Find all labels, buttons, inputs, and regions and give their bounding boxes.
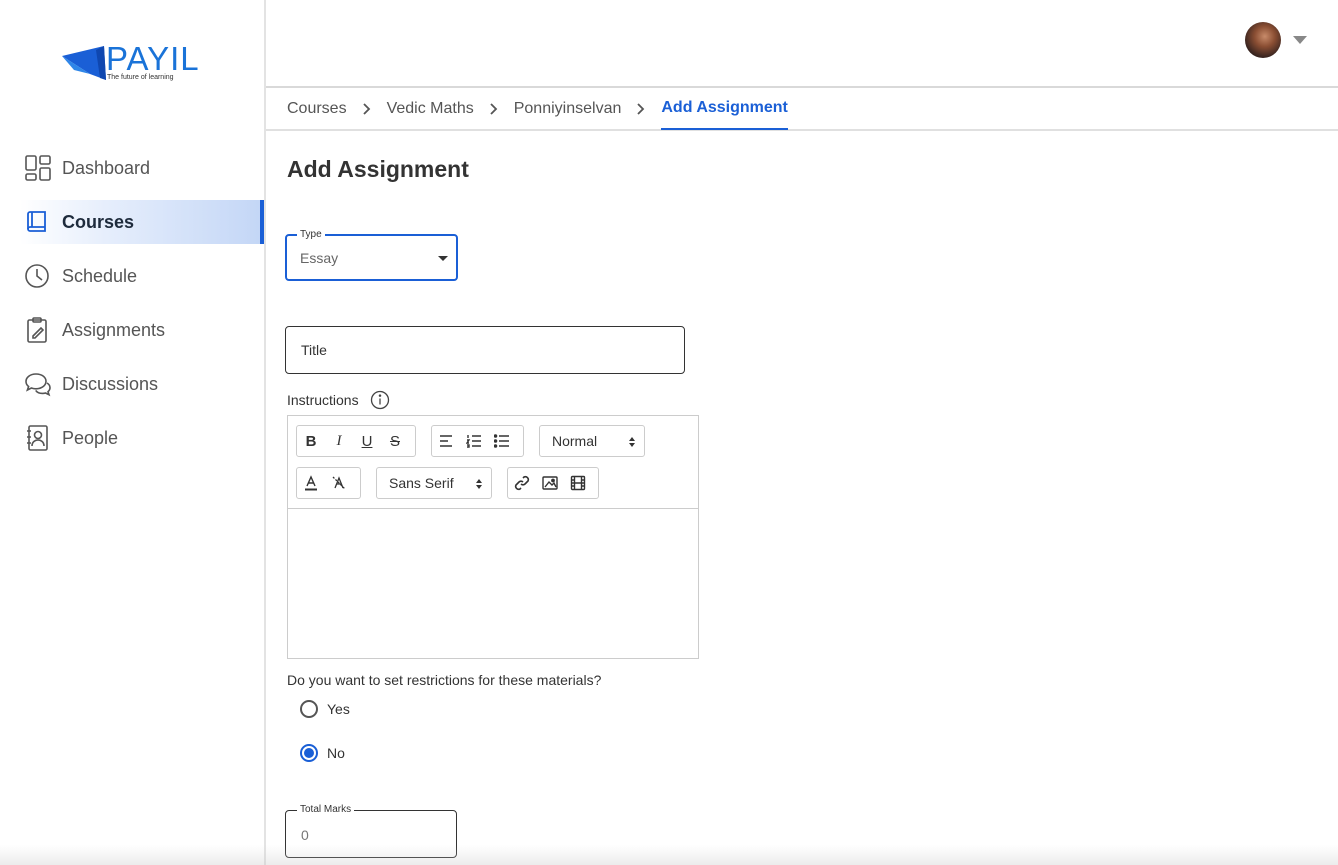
logo-mark-icon	[62, 46, 106, 80]
sidebar-item-label: Assignments	[62, 319, 166, 340]
breadcrumb-courses[interactable]: Courses	[287, 87, 347, 130]
dashboard-icon	[24, 154, 52, 182]
sidebar-item-courses[interactable]: Courses	[20, 200, 264, 244]
heading-select[interactable]: Normal	[539, 425, 645, 457]
editor-content-area[interactable]	[288, 510, 698, 658]
radio-yes[interactable]	[300, 700, 318, 718]
chat-bubbles-icon	[24, 370, 52, 398]
restriction-no-option[interactable]: No	[300, 744, 345, 762]
book-icon	[24, 208, 52, 236]
instructions-label: Instructions	[287, 392, 359, 408]
sidebar-item-people[interactable]: People	[0, 416, 264, 460]
underline-button[interactable]: U	[353, 426, 381, 456]
total-marks-label: Total Marks	[297, 804, 355, 815]
radio-no-label: No	[327, 745, 345, 761]
sidebar-nav: Dashboard Courses Schedule Assignments D…	[0, 146, 264, 470]
title-input[interactable]	[285, 326, 685, 374]
breadcrumb-add-assignment[interactable]: Add Assignment	[661, 87, 788, 130]
clock-icon	[24, 262, 52, 290]
list-group	[431, 425, 524, 457]
sidebar-item-schedule[interactable]: Schedule	[0, 254, 264, 298]
media-group	[507, 467, 599, 499]
caret-down-icon	[438, 256, 448, 261]
clipboard-icon	[24, 316, 52, 344]
video-icon[interactable]	[564, 468, 592, 498]
chevron-right-icon	[347, 102, 387, 116]
restriction-yes-option[interactable]: Yes	[300, 700, 350, 718]
font-select-value: Sans Serif	[389, 475, 454, 491]
type-label: Type	[297, 229, 325, 240]
type-value: Essay	[300, 250, 339, 266]
bullet-list-icon[interactable]	[488, 426, 516, 456]
sidebar-item-assignments[interactable]: Assignments	[0, 308, 264, 352]
info-icon[interactable]	[370, 390, 390, 410]
link-icon[interactable]	[508, 468, 536, 498]
sidebar-item-label: Courses	[62, 211, 135, 232]
total-marks-value: 0	[301, 827, 309, 843]
logo-tagline: The future of learning	[107, 74, 174, 81]
radio-yes-label: Yes	[327, 701, 350, 717]
sidebar-item-label: Discussions	[62, 373, 159, 394]
restrictions-question: Do you want to set restrictions for thes…	[287, 672, 602, 688]
total-marks-input[interactable]: Total Marks 0	[285, 804, 457, 858]
align-left-icon[interactable]	[432, 426, 460, 456]
radio-no[interactable]	[300, 744, 318, 762]
text-color-icon[interactable]	[297, 468, 325, 498]
format-group: B I U S	[296, 425, 416, 457]
chevron-right-icon	[474, 102, 514, 116]
rich-text-editor: B I U S Normal Sans Serif	[287, 415, 699, 659]
payil-logo[interactable]: PAYIL The future of learning	[60, 40, 210, 86]
breadcrumb-vedic-maths[interactable]: Vedic Maths	[387, 87, 474, 130]
breadcrumb: Courses Vedic Maths Ponniyinselvan Add A…	[266, 88, 1338, 131]
page-title: Add Assignment	[287, 156, 469, 182]
color-group	[296, 467, 361, 499]
chevron-right-icon	[621, 102, 661, 116]
bold-button[interactable]: B	[297, 426, 325, 456]
image-icon[interactable]	[536, 468, 564, 498]
sidebar: PAYIL The future of learning Dashboard C…	[0, 0, 266, 865]
type-select[interactable]: Type Essay	[285, 229, 458, 281]
sidebar-item-label: Dashboard	[62, 157, 151, 178]
person-card-icon	[24, 424, 52, 452]
breadcrumb-ponniyinselvan[interactable]: Ponniyinselvan	[514, 87, 622, 130]
select-arrows-icon	[629, 437, 635, 447]
italic-button[interactable]: I	[325, 426, 353, 456]
clear-format-icon[interactable]	[325, 468, 353, 498]
font-select[interactable]: Sans Serif	[376, 467, 492, 499]
top-bar	[266, 0, 1338, 88]
editor-toolbar: B I U S Normal Sans Serif	[288, 416, 698, 509]
sidebar-item-label: Schedule	[62, 265, 138, 286]
strike-button[interactable]: S	[381, 426, 409, 456]
heading-select-value: Normal	[552, 433, 598, 449]
sidebar-item-dashboard[interactable]: Dashboard	[0, 146, 264, 190]
sidebar-item-label: People	[62, 427, 119, 448]
select-arrows-icon	[476, 479, 482, 489]
logo-wordmark: PAYIL	[106, 40, 200, 77]
user-avatar[interactable]	[1245, 22, 1281, 58]
sidebar-item-discussions[interactable]: Discussions	[0, 362, 264, 406]
ordered-list-icon[interactable]	[460, 426, 488, 456]
caret-down-icon[interactable]	[1293, 36, 1307, 44]
